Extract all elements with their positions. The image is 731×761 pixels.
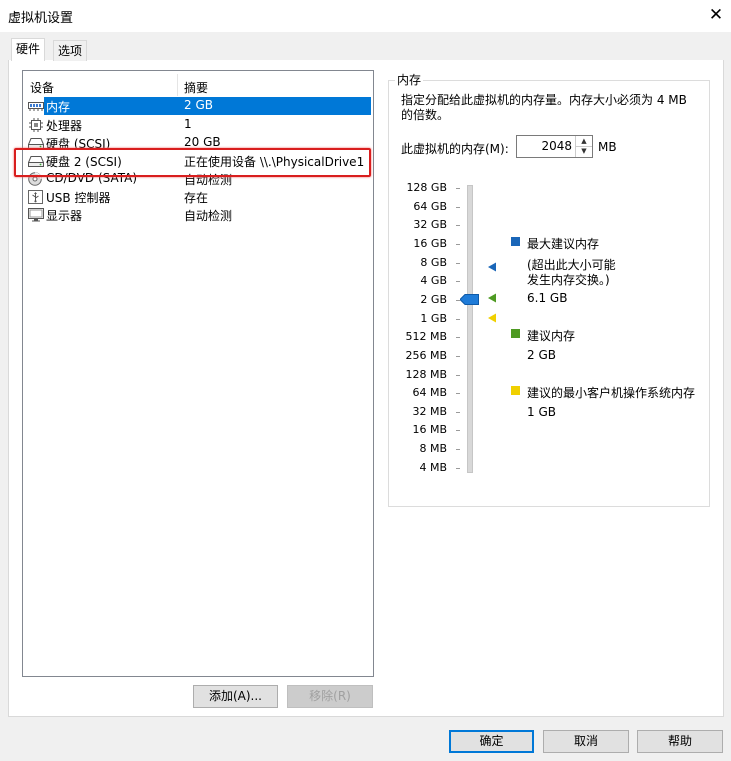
scale-label: 256 MB xyxy=(405,348,447,362)
recommended-value: 2 GB xyxy=(527,348,556,362)
min-guest-value: 1 GB xyxy=(527,405,556,419)
min-guest-title: 建议的最小客户机操作系统内存 xyxy=(527,386,696,400)
title-bar xyxy=(0,0,731,32)
scale-tick xyxy=(456,243,460,245)
add-button[interactable]: 添加(A)... xyxy=(193,685,278,708)
scale-tick xyxy=(456,393,460,395)
device-summary: 1 xyxy=(184,117,192,131)
memory-input[interactable]: 2048 xyxy=(521,139,572,153)
cancel-button[interactable]: 取消 xyxy=(543,730,629,753)
device-list-header: 设备 摘要 xyxy=(23,76,372,96)
scale-label: 32 GB xyxy=(413,218,447,232)
memory-slider-thumb[interactable] xyxy=(459,294,479,305)
device-name: 显示器 xyxy=(46,209,83,223)
recommended-color-swatch xyxy=(511,329,520,338)
max-recommended-value: 6.1 GB xyxy=(527,291,568,305)
recommended-title: 建议内存 xyxy=(527,329,576,343)
max-recommended-color-swatch xyxy=(511,237,520,246)
scale-tick xyxy=(456,281,460,283)
scale-tick xyxy=(456,206,460,208)
spin-buttons: ▲ ▼ xyxy=(575,136,592,157)
ok-button[interactable]: 确定 xyxy=(449,730,534,753)
max-recommended-marker-icon xyxy=(488,261,497,275)
scale-label: 16 MB xyxy=(412,423,447,437)
device-row-usb-controller[interactable]: USB 控制器 存在 xyxy=(23,188,372,206)
scale-label: 1 GB xyxy=(420,311,447,325)
scale-label: 16 GB xyxy=(413,236,447,250)
scale-label: 64 GB xyxy=(413,199,447,213)
display-icon xyxy=(28,208,44,222)
spin-down-icon[interactable]: ▼ xyxy=(576,146,592,156)
column-header-device[interactable]: 设备 xyxy=(30,79,54,96)
tab-hardware[interactable]: 硬件 xyxy=(11,38,46,61)
device-summary: 存在 xyxy=(184,191,209,205)
processor-icon xyxy=(28,118,44,132)
scale-tick xyxy=(456,318,460,320)
device-summary: 自动检测 xyxy=(184,209,233,223)
scale-tick xyxy=(456,225,460,227)
device-name: USB 控制器 xyxy=(46,191,111,205)
column-header-summary[interactable]: 摘要 xyxy=(184,79,208,96)
scale-label: 4 GB xyxy=(420,274,447,288)
recommended-marker-icon xyxy=(488,292,497,306)
scale-tick xyxy=(456,337,460,339)
memory-description: 指定分配给此虚拟机的内存量。内存大小必须为 4 MB 的倍数。 xyxy=(401,93,687,122)
device-name: 内存 xyxy=(46,100,71,114)
scale-tick xyxy=(456,262,460,264)
device-summary: 20 GB xyxy=(184,135,221,149)
tab-options[interactable]: 选项 xyxy=(53,40,88,61)
scale-label: 64 MB xyxy=(412,386,447,400)
column-divider[interactable] xyxy=(177,74,178,96)
close-icon[interactable]: ✕ xyxy=(706,4,726,26)
scale-label: 512 MB xyxy=(405,330,447,344)
scale-tick xyxy=(456,374,460,376)
scale-label: 8 GB xyxy=(420,255,447,269)
scale-label: 128 GB xyxy=(406,181,447,194)
scale-tick xyxy=(456,188,460,189)
device-summary: 2 GB xyxy=(184,98,213,112)
window-title: 虚拟机设置 xyxy=(8,11,74,26)
scale-tick xyxy=(456,467,460,469)
memory-stepper[interactable]: 2048 ▲ ▼ xyxy=(516,135,593,158)
memory-slider-track[interactable] xyxy=(467,185,473,473)
scale-tick xyxy=(456,430,460,432)
max-recommended-title: 最大建议内存 xyxy=(527,237,600,251)
scale-label: 4 MB xyxy=(419,460,447,474)
memory-unit: MB xyxy=(598,140,617,154)
remove-button[interactable]: 移除(R) xyxy=(287,685,373,708)
device-row-processor[interactable]: 处理器 1 xyxy=(23,116,372,134)
device-row-display[interactable]: 显示器 自动检测 xyxy=(23,206,372,224)
scale-label: 32 MB xyxy=(412,404,447,418)
memory-field-label: 此虚拟机的内存(M): xyxy=(401,142,509,156)
scale-tick xyxy=(456,449,460,451)
scale-tick xyxy=(456,411,460,413)
device-name: 处理器 xyxy=(46,119,83,133)
memory-group-title: 内存 xyxy=(395,71,424,88)
max-recommended-note-2: 发生内存交换。) xyxy=(527,273,610,287)
min-guest-marker-icon xyxy=(488,312,497,326)
usb-icon xyxy=(28,190,44,204)
memory-icon xyxy=(28,99,44,112)
highlight-box xyxy=(14,148,371,177)
scale-label: 128 MB xyxy=(405,367,447,381)
min-guest-color-swatch xyxy=(511,386,520,395)
device-row-memory-text: 内存 2 GB xyxy=(23,97,372,115)
scale-label: 2 GB xyxy=(420,292,447,306)
help-button[interactable]: 帮助 xyxy=(637,730,723,753)
scale-tick xyxy=(456,355,460,357)
scale-label: 8 MB xyxy=(419,442,447,456)
